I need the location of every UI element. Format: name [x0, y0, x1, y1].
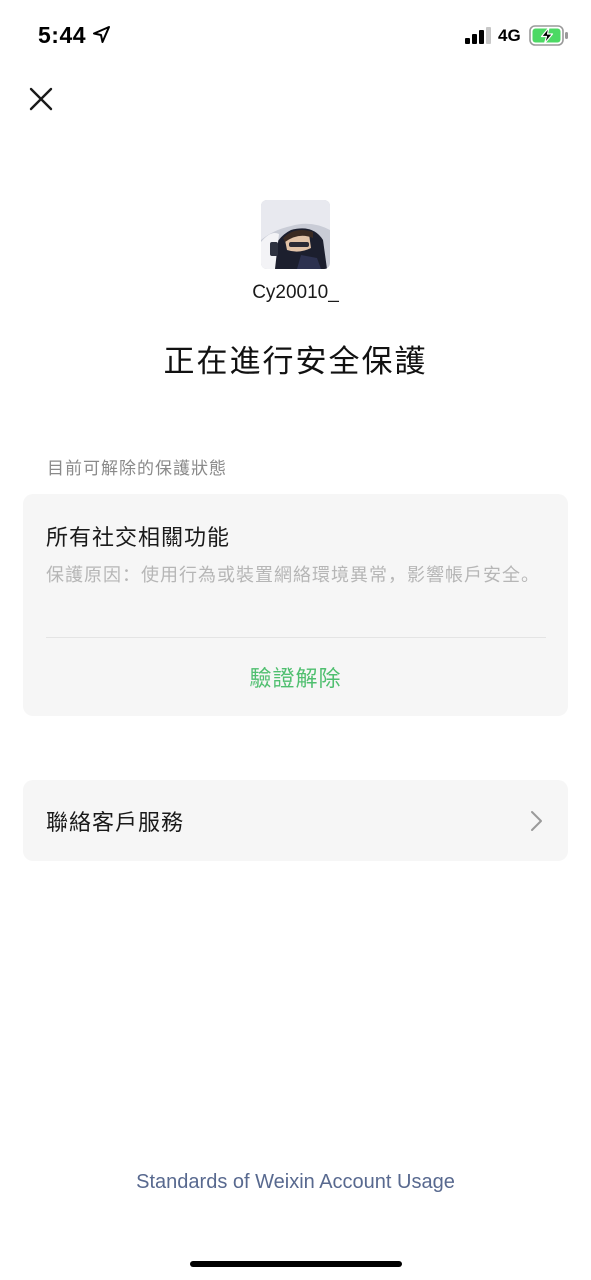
protection-status-card: 所有社交相關功能 保護原因：使用行為或裝置網絡環境異常，影響帳戶安全。 驗證解除 — [23, 494, 568, 716]
home-indicator[interactable] — [190, 1261, 402, 1267]
protection-title: 所有社交相關功能 — [46, 526, 231, 551]
contact-support-label: 聯絡客戶服務 — [46, 810, 185, 836]
account-name: Cy20010_ — [252, 282, 339, 303]
protection-reason: 保護原因：使用行為或裝置網絡環境異常，影響帳戶安全。 — [46, 565, 540, 586]
chevron-right-icon — [531, 811, 542, 831]
battery-charging-icon — [529, 25, 568, 46]
status-time: 5:44 — [38, 22, 87, 48]
status-bar: 5:44 4G — [0, 0, 591, 70]
verify-unlock-button[interactable]: 驗證解除 — [23, 638, 568, 716]
network-type-label: 4G — [498, 26, 521, 45]
close-button[interactable] — [22, 80, 60, 118]
section-label: 目前可解除的保護狀態 — [47, 459, 227, 479]
location-arrow-icon — [93, 26, 110, 43]
avatar — [261, 200, 330, 269]
security-protection-screen: 5:44 4G Cy20010_ 正在進行安全保護 目前可解除的保護狀態 所有社… — [0, 0, 591, 1280]
avatar-image — [261, 200, 330, 269]
cellular-signal-icon — [465, 27, 491, 44]
contact-support-button[interactable]: 聯絡客戶服務 — [23, 780, 568, 861]
account-standards-link[interactable]: Standards of Weixin Account Usage — [0, 1171, 591, 1194]
close-icon — [29, 87, 53, 111]
page-title: 正在進行安全保護 — [163, 344, 428, 380]
